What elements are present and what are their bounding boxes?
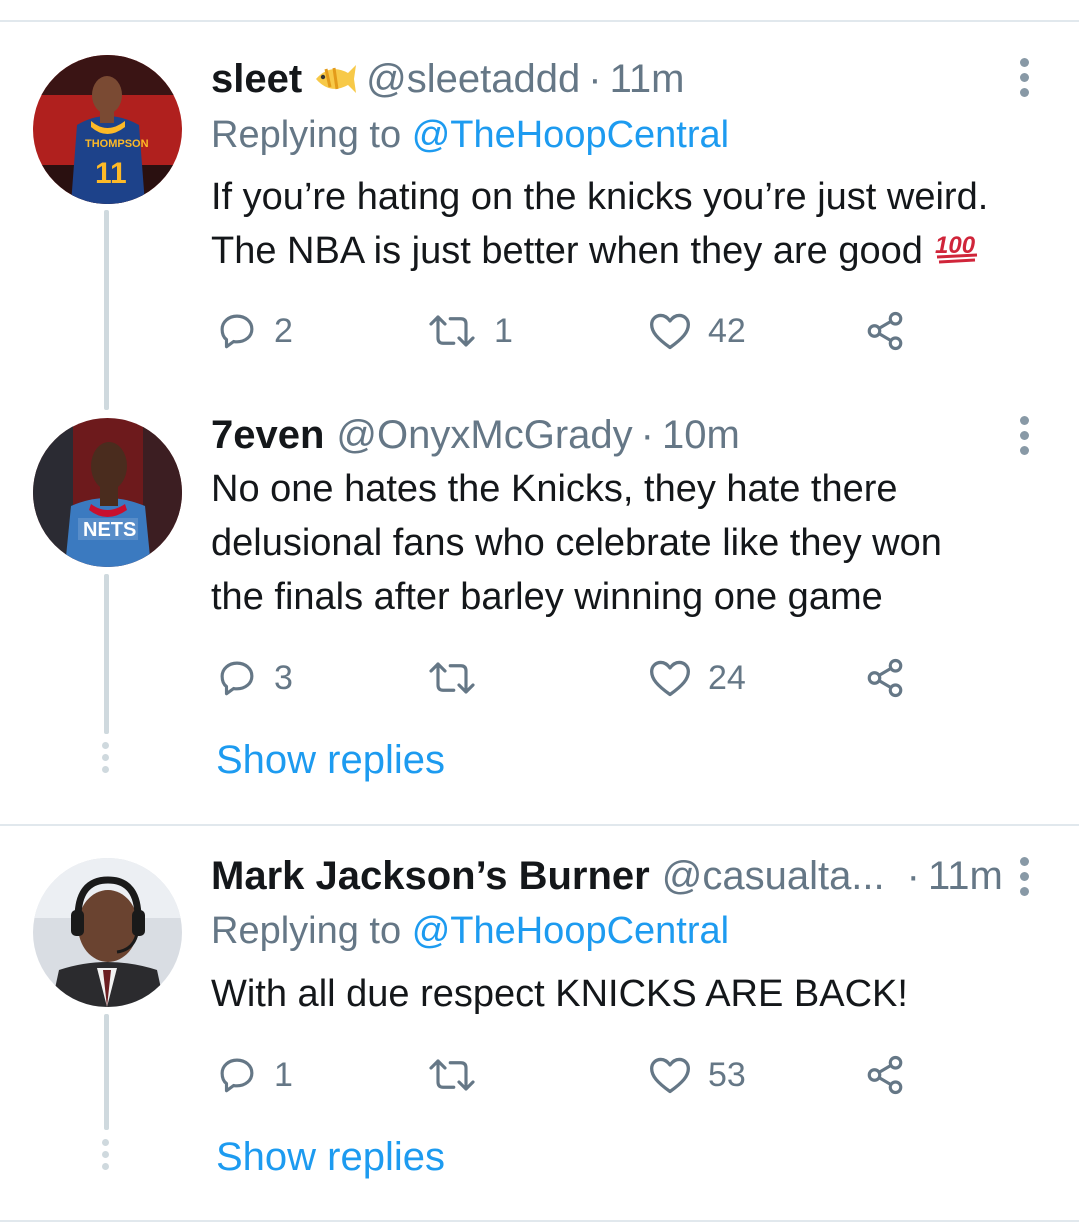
- retweet-icon: [429, 662, 475, 694]
- reply-button[interactable]: 3: [216, 653, 293, 703]
- divider: [0, 824, 1079, 826]
- retweet-button[interactable]: 1: [426, 306, 513, 356]
- replying-to: Replying to @TheHoopCentral: [211, 910, 729, 953]
- replying-to-link[interactable]: @TheHoopCentral: [412, 114, 729, 156]
- display-name[interactable]: 7even: [211, 413, 324, 458]
- timestamp[interactable]: 10m: [662, 413, 740, 458]
- timestamp[interactable]: 11m: [928, 854, 1003, 899]
- more-options-icon[interactable]: [1018, 416, 1032, 461]
- tweet-header: Mark Jackson’s Burner @casualta... · 11m: [211, 851, 1003, 901]
- svg-text:THOMPSON: THOMPSON: [85, 138, 149, 150]
- replying-prefix: Replying to: [211, 910, 402, 952]
- tweet-text-line: delusional fans who celebrate like they …: [211, 522, 942, 564]
- separator: ·: [906, 853, 920, 898]
- tweet-text: If you’re hating on the knicks you’re ju…: [211, 170, 1061, 278]
- thread-line: [104, 210, 109, 410]
- tropical-fish-icon: [316, 65, 357, 93]
- heart-icon: [650, 313, 690, 350]
- reply-count: 1: [274, 1055, 293, 1094]
- tweet-text: With all due respect KNICKS ARE BACK!: [211, 967, 1061, 1021]
- like-button[interactable]: 53: [648, 1050, 746, 1100]
- reply-thread: THOMPSON 11 sleet @sleetaddd · 11m Reply…: [0, 0, 1079, 1226]
- replying-to-link[interactable]: @TheHoopCentral: [412, 910, 729, 952]
- reply-icon: [220, 1058, 254, 1093]
- svg-text:NETS: NETS: [83, 519, 136, 541]
- svg-text:11: 11: [95, 157, 127, 190]
- share-button[interactable]: [863, 306, 907, 356]
- tweet-text-line: With all due respect KNICKS ARE BACK!: [211, 973, 908, 1015]
- tweet-actions: 3 24: [211, 653, 931, 703]
- reply-count: 2: [274, 311, 293, 350]
- heart-icon: [650, 660, 690, 697]
- divider: [0, 20, 1079, 22]
- separator: ·: [588, 56, 602, 101]
- more-options-icon[interactable]: [1018, 58, 1032, 103]
- retweet-icon: [429, 1059, 475, 1091]
- heart-icon: [650, 1057, 690, 1094]
- retweet-button[interactable]: [426, 653, 494, 703]
- share-button[interactable]: [863, 653, 907, 703]
- divider: [0, 1220, 1079, 1222]
- replying-to: Replying to @TheHoopCentral: [211, 114, 729, 157]
- share-icon: [867, 658, 903, 698]
- tweet-text: No one hates the Knicks, they hate there…: [211, 462, 1061, 624]
- thread-line: [104, 1014, 109, 1130]
- retweet-count: 1: [494, 311, 513, 350]
- reply-button[interactable]: 2: [216, 306, 293, 356]
- avatar-sleet[interactable]: THOMPSON 11: [33, 55, 182, 204]
- share-button[interactable]: [863, 1050, 907, 1100]
- retweet-button[interactable]: [426, 1050, 494, 1100]
- separator: ·: [640, 412, 654, 457]
- tweet-header: sleet @sleetaddd · 11m: [211, 54, 684, 104]
- tweet-text-line: If you’re hating on the knicks you’re ju…: [211, 176, 989, 218]
- user-handle[interactable]: @OnyxMcGrady: [336, 413, 632, 458]
- show-replies-link[interactable]: Show replies: [216, 1135, 445, 1180]
- timestamp[interactable]: 11m: [610, 57, 685, 102]
- avatar-mark-jackson[interactable]: [33, 858, 182, 1007]
- reply-count: 3: [274, 658, 293, 697]
- display-name[interactable]: Mark Jackson’s Burner: [211, 854, 650, 899]
- tweet-actions: 2 1 42: [211, 306, 931, 356]
- like-button[interactable]: 42: [648, 306, 746, 356]
- thread-continue-dots: [101, 1139, 111, 1175]
- display-name[interactable]: sleet: [211, 57, 302, 102]
- hundred-points-icon: 100: [935, 232, 978, 264]
- share-icon: [867, 1055, 903, 1095]
- more-options-icon[interactable]: [1018, 857, 1032, 902]
- tweet-actions: 1 53: [211, 1050, 931, 1100]
- thread-line: [104, 574, 109, 734]
- avatar-7even[interactable]: NETS: [33, 418, 182, 567]
- user-handle[interactable]: @casualta...: [662, 854, 885, 899]
- thread-continue-dots: [101, 742, 111, 778]
- tweet-text-line: the finals after barley winning one game: [211, 576, 883, 618]
- tweet-text-line: No one hates the Knicks, they hate there: [211, 468, 898, 510]
- reply-button[interactable]: 1: [216, 1050, 293, 1100]
- tweet-header: 7even @OnyxMcGrady · 10m: [211, 410, 740, 460]
- like-count: 42: [708, 311, 746, 350]
- like-button[interactable]: 24: [648, 653, 746, 703]
- show-replies-link[interactable]: Show replies: [216, 738, 445, 783]
- retweet-icon: [429, 315, 475, 347]
- reply-icon: [220, 661, 254, 696]
- user-handle[interactable]: @sleetaddd: [366, 57, 580, 102]
- like-count: 24: [708, 658, 746, 697]
- tweet-text-line: The NBA is just better when they are goo…: [211, 230, 923, 272]
- like-count: 53: [708, 1055, 746, 1094]
- share-icon: [867, 311, 903, 351]
- reply-icon: [220, 314, 254, 349]
- replying-prefix: Replying to: [211, 114, 402, 156]
